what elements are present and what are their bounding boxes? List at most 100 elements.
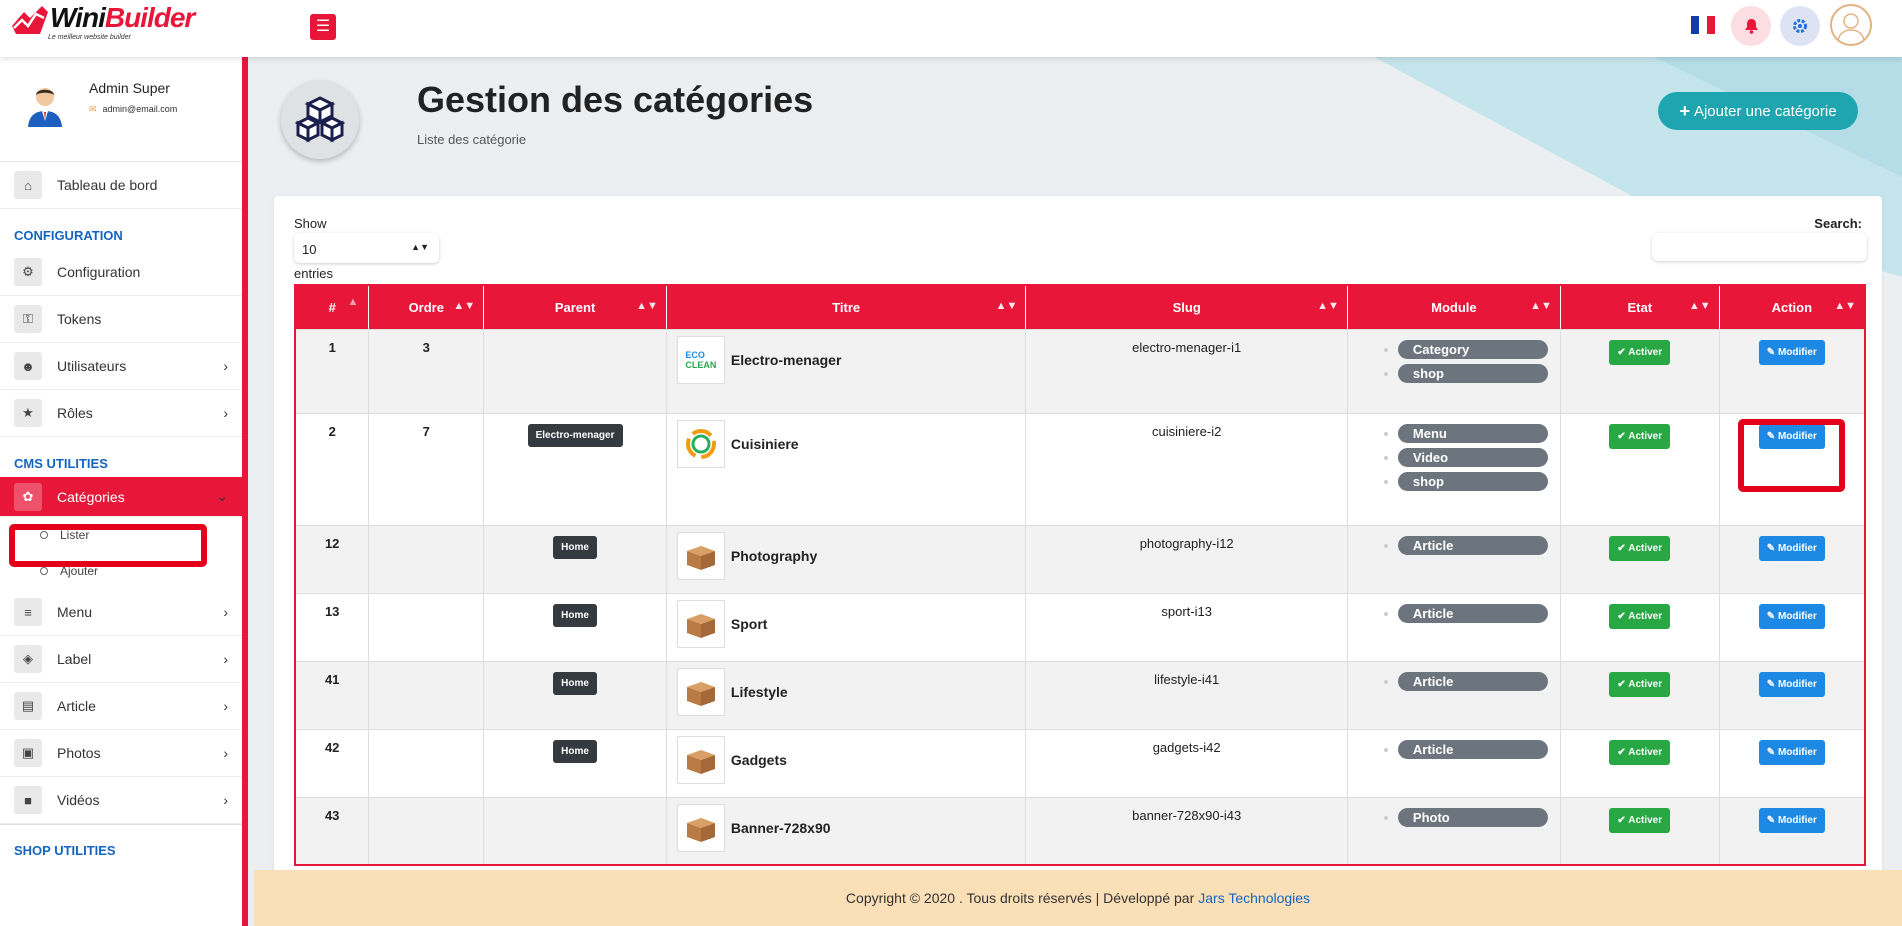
star-icon: ★: [14, 399, 42, 427]
highlight-lister-box: [9, 524, 207, 567]
sidebar-item-dashboard[interactable]: ⌂ Tableau de bord: [0, 162, 242, 209]
cell-module: Article: [1346, 524, 1561, 594]
cell-module: Photo: [1346, 796, 1561, 866]
col-parent[interactable]: Parent ▲▼: [483, 285, 667, 329]
table-row: 2 7 Electro-menager Cuisiniere cuisinier…: [294, 412, 1866, 526]
edit-icon: ✎: [1766, 346, 1778, 358]
edit-button[interactable]: ✎ Modifier: [1758, 603, 1825, 629]
parent-badge: Home: [553, 739, 597, 763]
sidebar-item-menu[interactable]: ≡ Menu ›: [0, 589, 242, 636]
module-badge: shop: [1397, 363, 1548, 383]
cell-id: 1: [294, 328, 370, 414]
table-row: 42 Home Gadgets gadgets-i42 Article ✔ Ac…: [294, 728, 1866, 798]
module-badge: Category: [1397, 339, 1548, 359]
cell-module: Article: [1346, 660, 1561, 730]
edit-button[interactable]: ✎ Modifier: [1758, 807, 1825, 833]
sidebar-item-label[interactable]: ◈ Label ›: [0, 636, 242, 683]
edit-button[interactable]: ✎ Modifier: [1758, 671, 1825, 697]
box-icon: [676, 531, 725, 580]
module-badge: Menu: [1397, 423, 1548, 443]
module-badge: Photo: [1397, 807, 1548, 827]
image-icon: ▣: [14, 739, 42, 767]
col-ordre[interactable]: Ordre ▲▼: [368, 285, 485, 329]
box-icon: [676, 803, 725, 852]
col-id[interactable]: # ▲: [295, 285, 370, 329]
chevron-right-icon: ›: [223, 604, 228, 620]
col-titre[interactable]: Titre ▲▼: [666, 285, 1027, 329]
col-module[interactable]: Module ▲▼: [1347, 285, 1561, 329]
chevron-right-icon: ›: [223, 698, 228, 714]
search-input[interactable]: [1652, 233, 1867, 261]
sidebar-item-roles[interactable]: ★ Rôles ›: [0, 390, 242, 437]
circle-icon: [40, 567, 48, 575]
activate-button[interactable]: ✔ Activer: [1609, 339, 1671, 365]
add-category-button[interactable]: + Ajouter une catégorie: [1658, 92, 1858, 130]
cell-etat: ✔ Activer: [1559, 524, 1720, 594]
cell-etat: ✔ Activer: [1559, 328, 1720, 414]
parent-badge: Home: [553, 671, 597, 695]
section-cms-utilities: CMS UTILITIES: [14, 456, 108, 471]
bell-icon: [1744, 19, 1758, 34]
sidebar-item-categories[interactable]: ✿ Catégories ⌄: [0, 477, 242, 517]
cell-module: Menu Video shop: [1346, 412, 1561, 526]
sidebar-item-article[interactable]: ▤ Article ›: [0, 683, 242, 730]
cell-ordre: [368, 592, 485, 662]
chevron-right-icon: ›: [223, 405, 228, 421]
module-badge: Article: [1397, 671, 1548, 691]
user-email: ✉ admin@email.com: [89, 104, 178, 114]
user-name: Admin Super: [89, 80, 170, 96]
edit-icon: ✎: [1766, 746, 1778, 758]
cell-etat: ✔ Activer: [1559, 728, 1720, 798]
envelope-icon: ✉: [89, 104, 97, 114]
brand-logo[interactable]: WiniBuilder Le meilleur website builder: [10, 4, 195, 41]
page-size-select[interactable]: 10 ▲▼: [294, 233, 439, 263]
activate-button[interactable]: ✔ Activer: [1609, 671, 1671, 697]
cell-titre: ECO CLEAN Electro-menager: [665, 328, 1027, 414]
cuisiniere-logo-icon: [676, 419, 725, 468]
edit-button[interactable]: ✎ Modifier: [1758, 339, 1825, 365]
sidebar-item-tokens[interactable]: ⚿ Tokens: [0, 296, 242, 343]
chevron-down-icon: ⌄: [216, 488, 228, 504]
footer-copyright: Copyright © 2020 . Tous droits réservés …: [845, 890, 1195, 906]
users-icon: ☻: [14, 352, 42, 380]
cell-id: 12: [294, 524, 370, 594]
activate-button[interactable]: ✔ Activer: [1609, 535, 1671, 561]
sidebar-item-videos[interactable]: ■ Vidéos ›: [0, 777, 242, 824]
table-row: 41 Home Lifestyle lifestyle-i41 Article …: [294, 660, 1866, 730]
sidebar-item-configuration[interactable]: ⚙ Configuration: [0, 249, 242, 296]
cell-slug: lifestyle-i41: [1025, 660, 1348, 730]
edit-button[interactable]: ✎ Modifier: [1758, 535, 1825, 561]
activate-button[interactable]: ✔ Activer: [1609, 423, 1671, 449]
cell-parent: [483, 328, 667, 414]
cell-parent: Home: [483, 592, 667, 662]
footer-link[interactable]: Jars Technologies: [1198, 890, 1310, 906]
box-icon: [676, 667, 725, 716]
logo-mark-icon: [10, 4, 50, 40]
chevron-right-icon: ›: [223, 745, 228, 761]
edit-button[interactable]: ✎ Modifier: [1758, 739, 1825, 765]
search-label: Search:: [1814, 216, 1862, 231]
activate-button[interactable]: ✔ Activer: [1609, 807, 1671, 833]
cell-id: 13: [294, 592, 370, 662]
sidebar-item-users[interactable]: ☻ Utilisateurs ›: [0, 343, 242, 390]
col-slug[interactable]: Slug ▲▼: [1025, 285, 1348, 329]
cell-id: 43: [294, 796, 370, 866]
sidebar-toggle-button[interactable]: ☰: [310, 14, 336, 40]
activate-button[interactable]: ✔ Activer: [1609, 739, 1671, 765]
france-flag-icon[interactable]: [1691, 16, 1715, 34]
cell-module: Article: [1346, 592, 1561, 662]
user-avatar-button[interactable]: [1830, 4, 1872, 46]
gear-icon: [1793, 19, 1807, 33]
cell-slug: sport-i13: [1025, 592, 1348, 662]
settings-button[interactable]: [1780, 6, 1820, 46]
cell-action: ✎ Modifier: [1718, 592, 1866, 662]
module-badge: Article: [1397, 739, 1548, 759]
section-configuration: CONFIGURATION: [14, 228, 123, 243]
sidebar-item-photos[interactable]: ▣ Photos ›: [0, 730, 242, 777]
plus-icon: +: [1679, 100, 1690, 121]
notifications-button[interactable]: [1731, 6, 1771, 46]
activate-button[interactable]: ✔ Activer: [1609, 603, 1671, 629]
col-etat[interactable]: Etat ▲▼: [1560, 285, 1720, 329]
home-icon: ⌂: [14, 171, 42, 199]
col-action[interactable]: Action ▲▼: [1719, 285, 1866, 329]
